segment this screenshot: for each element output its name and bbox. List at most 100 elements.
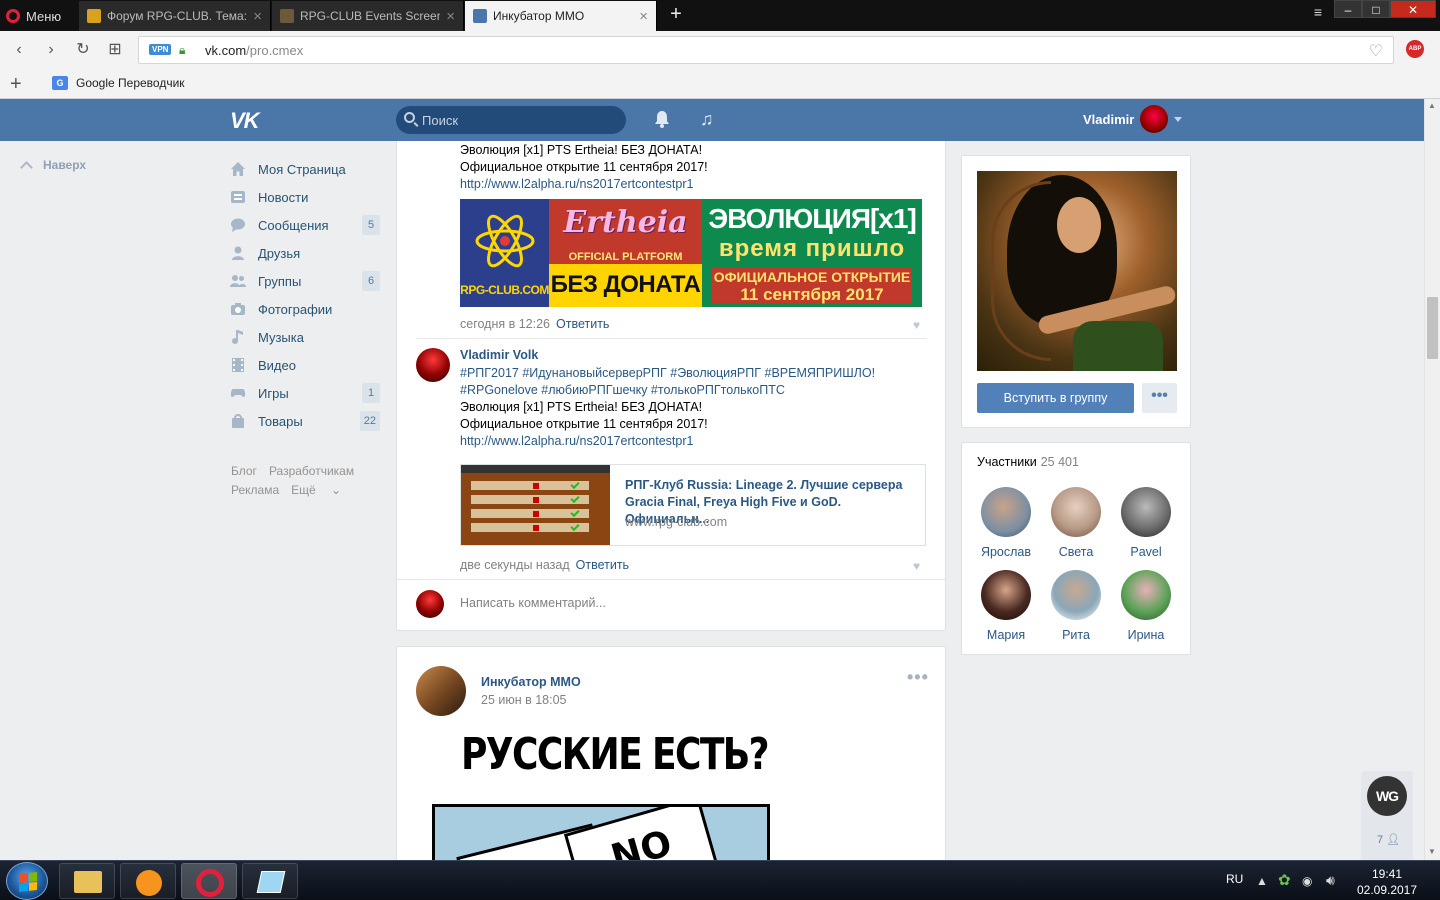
promo-banner-image[interactable]: RPG-CLUB.COM Ertheia OFFICIAL PLATFORM Б… bbox=[460, 199, 922, 307]
chevron-down-icon[interactable] bbox=[1174, 117, 1182, 122]
nav-item-news[interactable]: Новости bbox=[230, 183, 380, 211]
post-author-group[interactable]: Инкубатор MMO bbox=[481, 675, 581, 689]
group-avatar[interactable] bbox=[416, 666, 466, 716]
notifications-bell-icon[interactable] bbox=[654, 110, 670, 128]
comment2-time[interactable]: две секунды назад bbox=[460, 558, 570, 572]
bookmark-google-translate[interactable]: G Google Переводчик bbox=[52, 76, 185, 90]
developers-link[interactable]: Разработчикам bbox=[269, 464, 354, 478]
member-item[interactable]: Мария bbox=[974, 570, 1038, 642]
nav-item-photos[interactable]: Фотографии bbox=[230, 295, 380, 323]
comment2-reply-link[interactable]: Ответить bbox=[576, 558, 629, 572]
write-comment-row[interactable]: Написать комментарий... bbox=[397, 579, 945, 627]
add-bookmark-icon[interactable]: + bbox=[10, 73, 22, 96]
join-group-button[interactable]: Вступить в группу bbox=[977, 383, 1134, 413]
comment-input-placeholder[interactable]: Написать комментарий... bbox=[460, 596, 606, 610]
member-item[interactable]: Pavel bbox=[1114, 487, 1178, 559]
tab-events[interactable]: RPG-CLUB Events Screensh × bbox=[272, 1, 464, 31]
bookmark-heart-icon[interactable]: ♡ bbox=[1369, 41, 1383, 61]
comment1-reply-link[interactable]: Ответить bbox=[556, 317, 609, 331]
volume-icon[interactable]: 🔊︎ bbox=[1326, 872, 1335, 889]
member-item[interactable]: Ирина bbox=[1114, 570, 1178, 642]
tray-expand-icon[interactable]: ▲ bbox=[1256, 874, 1268, 888]
comment2-hashtags2[interactable]: #RPGonelove #любиюРПГшечку #толькоРПГтол… bbox=[460, 382, 930, 399]
vpn-badge[interactable]: VPN bbox=[149, 44, 172, 55]
group-more-button[interactable]: ••• bbox=[1142, 383, 1177, 413]
search-input[interactable] bbox=[422, 111, 612, 129]
nav-label: Товары bbox=[258, 413, 303, 429]
vk-logo-icon[interactable]: VK bbox=[230, 108, 260, 134]
meme-image[interactable]: ДА NO bbox=[432, 804, 770, 860]
more-link[interactable]: Ещё ⌄ bbox=[291, 483, 353, 497]
start-button[interactable] bbox=[6, 862, 48, 900]
tab-forum[interactable]: Форум RPG-CLUB. Тема: R × bbox=[79, 1, 271, 31]
nav-item-groups[interactable]: Группы 6 bbox=[230, 267, 380, 295]
opera-menu-button[interactable]: Меню bbox=[6, 6, 61, 26]
comment1-time[interactable]: сегодня в 12:26 bbox=[460, 317, 550, 331]
like-heart-icon[interactable]: ♥ bbox=[913, 318, 920, 332]
comment2-hashtags1[interactable]: #РПГ2017 #ИдунановыйсерверРПГ #ЭволюцияР… bbox=[460, 365, 930, 382]
taskbar-notes[interactable] bbox=[242, 863, 298, 899]
my-avatar bbox=[416, 590, 444, 618]
taskbar-explorer[interactable] bbox=[59, 863, 115, 899]
nav-item-games[interactable]: Игры 1 bbox=[230, 379, 380, 407]
taskbar-opera[interactable] bbox=[181, 863, 237, 899]
nav-item-video[interactable]: Видео bbox=[230, 351, 380, 379]
tabs-grid-icon[interactable]: ⊞ bbox=[106, 40, 124, 60]
window-close-button[interactable]: ✕ bbox=[1390, 0, 1436, 18]
nav-item-messages[interactable]: Сообщения 5 bbox=[230, 211, 380, 239]
scroll-down-arrow-icon[interactable]: ▼ bbox=[1428, 847, 1436, 856]
forward-icon[interactable]: › bbox=[42, 40, 60, 60]
scroll-up-arrow-icon[interactable]: ▲ bbox=[1428, 101, 1436, 110]
lock-icon[interactable]: 🔒︎ bbox=[179, 43, 185, 58]
page-scrollbar[interactable]: ▲ ▼ bbox=[1424, 99, 1440, 860]
maximize-button[interactable]: □ bbox=[1362, 0, 1390, 18]
taskbar-avast[interactable] bbox=[120, 863, 176, 899]
system-clock[interactable]: 19:41 02.09.2017 bbox=[1356, 866, 1418, 898]
close-icon[interactable]: × bbox=[253, 8, 262, 25]
back-icon[interactable]: ‹ bbox=[10, 40, 28, 60]
header-avatar[interactable] bbox=[1140, 105, 1168, 133]
nav-item-music[interactable]: Музыка bbox=[230, 323, 380, 351]
close-icon[interactable]: × bbox=[446, 8, 455, 25]
member-item[interactable]: Света bbox=[1044, 487, 1108, 559]
member-item[interactable]: Рита bbox=[1044, 570, 1108, 642]
comment2-link[interactable]: http://www.l2alpha.ru/ns2017ertcontestpr… bbox=[460, 433, 930, 450]
link-snippet[interactable]: РПГ-Клуб Russia: Lineage 2. Лучшие серве… bbox=[460, 464, 926, 546]
header-user-name[interactable]: Vladimir bbox=[1083, 112, 1134, 127]
ads-link[interactable]: Реклама bbox=[231, 483, 279, 497]
adblock-icon[interactable]: ABP bbox=[1406, 40, 1424, 58]
tray-app-icon[interactable]: ✿ bbox=[1278, 871, 1291, 889]
scrollbar-thumb[interactable] bbox=[1427, 297, 1438, 359]
snippet-url[interactable]: www.rpg-club.com bbox=[625, 515, 727, 529]
comment2-avatar[interactable] bbox=[416, 348, 450, 382]
close-icon[interactable]: × bbox=[639, 8, 648, 25]
members-header[interactable]: Участники 25 401 bbox=[977, 455, 1079, 469]
search-box[interactable] bbox=[396, 106, 626, 134]
url-text[interactable]: vk.com/pro.cmex bbox=[205, 43, 303, 58]
tab-incubator[interactable]: Инкубатор MMO × bbox=[465, 1, 657, 31]
like-heart-icon[interactable]: ♥ bbox=[913, 559, 920, 573]
language-indicator[interactable]: RU bbox=[1226, 872, 1243, 886]
scroll-to-top-link[interactable]: Наверх bbox=[20, 158, 86, 174]
groups-icon bbox=[230, 273, 246, 289]
nav-item-goods[interactable]: Товары 22 bbox=[230, 407, 380, 435]
member-item[interactable]: Ярослав bbox=[974, 487, 1038, 559]
minimize-button[interactable]: – bbox=[1334, 0, 1362, 18]
vk-page: Наверх Моя Страница Новости Сообщения 5 … bbox=[0, 141, 1424, 860]
blog-link[interactable]: Блог bbox=[231, 464, 257, 478]
wg-keys-widget[interactable]: WG 7 👤︎ bbox=[1361, 771, 1413, 860]
comment1-link[interactable]: http://www.l2alpha.ru/ns2017ertcontestpr… bbox=[460, 176, 708, 193]
comment2-author[interactable]: Vladimir Volk bbox=[460, 348, 538, 362]
url-field[interactable]: VPN 🔒︎ vk.com/pro.cmex ♡ bbox=[138, 36, 1394, 64]
post-more-icon[interactable]: ••• bbox=[907, 667, 929, 688]
nav-item-friends[interactable]: Друзья bbox=[230, 239, 380, 267]
tab-menu-icon[interactable]: ≡ bbox=[1314, 4, 1322, 20]
reload-icon[interactable]: ↻ bbox=[74, 40, 92, 60]
music-note-icon[interactable]: ♫ bbox=[700, 109, 714, 130]
group-cover-image[interactable] bbox=[977, 171, 1177, 371]
group-cover-card: Вступить в группу ••• bbox=[961, 155, 1191, 428]
post-date[interactable]: 25 июн в 18:05 bbox=[481, 693, 567, 707]
nav-item-my-page[interactable]: Моя Страница bbox=[230, 155, 380, 183]
steam-icon[interactable]: ◉ bbox=[1302, 874, 1312, 888]
new-tab-button[interactable]: + bbox=[665, 4, 687, 26]
